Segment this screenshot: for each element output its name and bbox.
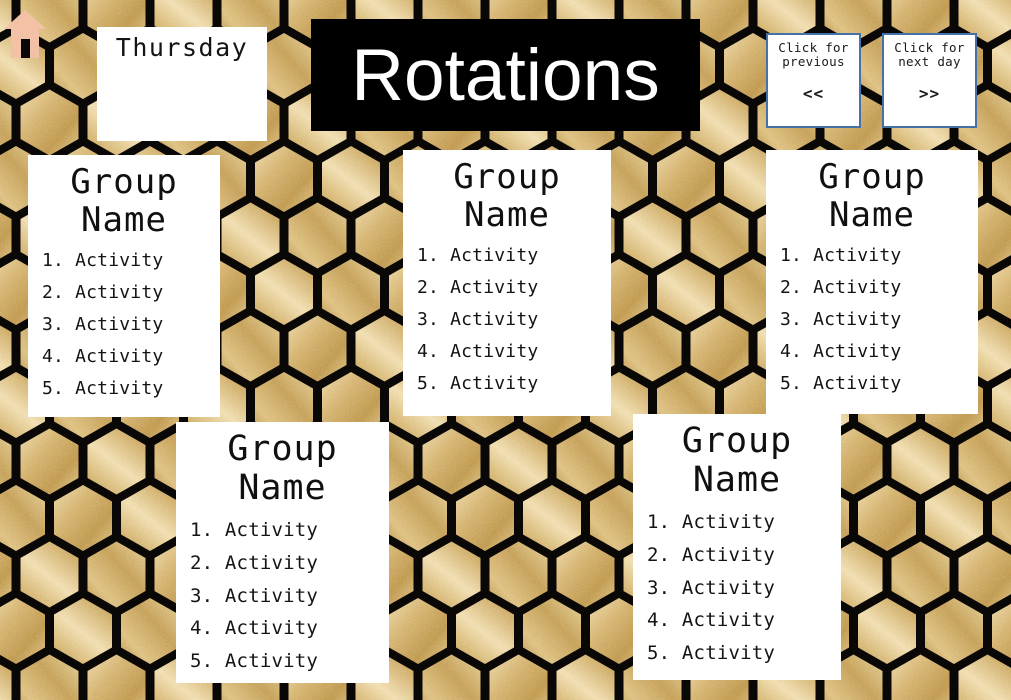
group-name: Group Name <box>70 162 178 241</box>
day-name-text: Thursday <box>115 33 249 62</box>
group-card[interactable]: Group Name 1. Activity 2. Activity 3. Ac… <box>176 422 389 683</box>
previous-day-arrows: << <box>802 83 825 103</box>
activity-item[interactable]: 4. Activity <box>42 341 220 373</box>
activity-list: 1. Activity 2. Activity 3. Activity 4. A… <box>176 514 389 677</box>
activity-item[interactable]: 3. Activity <box>42 309 220 341</box>
activity-item[interactable]: 1. Activity <box>417 240 611 272</box>
activity-item[interactable]: 2. Activity <box>780 272 978 304</box>
activity-item[interactable]: 4. Activity <box>417 336 611 368</box>
activity-list: 1. Activity 2. Activity 3. Activity 4. A… <box>766 240 978 400</box>
activity-item[interactable]: 5. Activity <box>417 368 611 400</box>
previous-day-label: Click for previous <box>778 40 849 70</box>
activity-list: 1. Activity 2. Activity 3. Activity 4. A… <box>633 506 841 669</box>
activity-item[interactable]: 3. Activity <box>190 580 389 613</box>
group-name: Group Name <box>453 157 561 236</box>
group-name: Group Name <box>818 157 926 236</box>
group-card[interactable]: Group Name 1. Activity 2. Activity 3. Ac… <box>28 155 220 417</box>
next-day-arrows: >> <box>918 83 941 103</box>
activity-item[interactable]: 2. Activity <box>417 272 611 304</box>
group-card[interactable]: Group Name 1. Activity 2. Activity 3. Ac… <box>633 414 841 680</box>
activity-list: 1. Activity 2. Activity 3. Activity 4. A… <box>403 240 611 400</box>
activity-item[interactable]: 3. Activity <box>647 572 841 605</box>
day-name-box[interactable]: Thursday <box>97 27 267 141</box>
page-title: Rotations <box>351 34 660 116</box>
group-name: Group Name <box>681 421 793 501</box>
activity-item[interactable]: 4. Activity <box>780 336 978 368</box>
activity-item[interactable]: 2. Activity <box>42 277 220 309</box>
activity-item[interactable]: 5. Activity <box>780 368 978 400</box>
activity-item[interactable]: 5. Activity <box>42 373 220 405</box>
activity-item[interactable]: 4. Activity <box>647 604 841 637</box>
activity-item[interactable]: 3. Activity <box>780 304 978 336</box>
activity-item[interactable]: 1. Activity <box>647 506 841 539</box>
group-name: Group Name <box>227 429 338 509</box>
activity-item[interactable]: 4. Activity <box>190 612 389 645</box>
next-day-button[interactable]: Click for next day >> <box>882 33 977 128</box>
group-card[interactable]: Group Name 1. Activity 2. Activity 3. Ac… <box>766 150 978 414</box>
activity-list: 1. Activity 2. Activity 3. Activity 4. A… <box>28 245 220 405</box>
activity-item[interactable]: 3. Activity <box>417 304 611 336</box>
home-icon[interactable] <box>2 6 48 60</box>
activity-item[interactable]: 1. Activity <box>780 240 978 272</box>
group-card[interactable]: Group Name 1. Activity 2. Activity 3. Ac… <box>403 150 611 416</box>
activity-item[interactable]: 5. Activity <box>647 637 841 670</box>
activity-item[interactable]: 1. Activity <box>190 514 389 547</box>
activity-item[interactable]: 2. Activity <box>190 547 389 580</box>
previous-day-button[interactable]: Click for previous << <box>766 33 861 128</box>
rotations-slide: Thursday Rotations Click for previous <<… <box>0 0 1011 700</box>
activity-item[interactable]: 5. Activity <box>190 645 389 678</box>
activity-item[interactable]: 1. Activity <box>42 245 220 277</box>
next-day-label: Click for next day <box>894 40 965 70</box>
activity-item[interactable]: 2. Activity <box>647 539 841 572</box>
page-title-banner: Rotations <box>311 19 700 131</box>
